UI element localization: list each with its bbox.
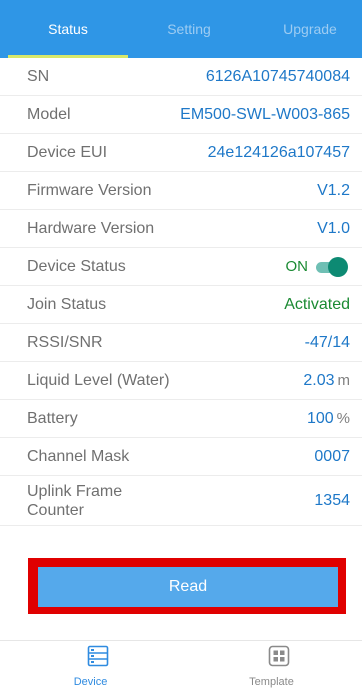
device-eui-label: Device EUI [27, 144, 108, 161]
row-join-status: Join Status Activated [0, 286, 362, 324]
device-list-icon [87, 645, 109, 667]
tab-status-label: Status [48, 21, 88, 37]
device-status-label: Device Status [27, 258, 126, 275]
row-rssi-snr: RSSI/SNR -47/14 [0, 324, 362, 362]
battery-value: 100 [306, 409, 334, 427]
row-model: Model EM500-SWL-W003-865 [0, 96, 362, 134]
nav-device[interactable]: Device [0, 641, 181, 688]
tab-upgrade[interactable]: Upgrade [250, 0, 362, 58]
row-sn: SN 6126A10745740084 [0, 58, 362, 96]
template-grid-icon [268, 645, 290, 667]
tab-upgrade-label: Upgrade [283, 21, 337, 37]
battery-value-group: 100% [307, 400, 350, 437]
firmware-version-value: V1.2 [317, 181, 350, 199]
device-status-value: ON [285, 258, 309, 275]
liquid-level-value-group: 2.03 m [303, 362, 350, 399]
join-status-label: Join Status [27, 296, 107, 313]
tab-bar: Status Setting Upgrade [0, 0, 362, 58]
firmware-version-label: Firmware Version [27, 182, 152, 199]
row-uplink-frame-counter: Uplink Frame Counter 1354 [0, 476, 362, 526]
sn-value: 6126A10745740084 [205, 67, 350, 85]
nav-device-label: Device [73, 676, 108, 688]
bottom-nav: Device Template [0, 640, 362, 688]
tab-setting[interactable]: Setting [129, 0, 249, 58]
read-button[interactable]: Read [38, 567, 338, 607]
row-device-eui: Device EUI 24e124126a107457 [0, 134, 362, 172]
liquid-level-label: Liquid Level (Water) [27, 372, 170, 389]
join-status-value: Activated [284, 295, 350, 313]
channel-mask-value: 0007 [314, 447, 350, 465]
device-status-toggle[interactable] [314, 257, 348, 277]
liquid-level-unit: m [337, 372, 351, 389]
toggle-knob [328, 257, 348, 277]
model-value: EM500-SWL-W003-865 [180, 105, 350, 123]
tab-setting-label: Setting [167, 21, 211, 37]
hardware-version-value: V1.0 [317, 219, 350, 237]
uplink-frame-counter-label: Uplink Frame Counter [27, 482, 123, 519]
battery-unit: % [336, 410, 350, 427]
uplink-frame-counter-value: 1354 [314, 491, 350, 509]
row-firmware-version: Firmware Version V1.2 [0, 172, 362, 210]
nav-template[interactable]: Template [181, 641, 362, 688]
row-channel-mask: Channel Mask 0007 [0, 438, 362, 476]
row-battery: Battery 100% [0, 400, 362, 438]
device-eui-value: 24e124126a107457 [207, 143, 350, 161]
hardware-version-label: Hardware Version [27, 220, 155, 237]
row-liquid-level: Liquid Level (Water) 2.03 m [0, 362, 362, 400]
nav-template-label: Template [249, 676, 294, 688]
model-label: Model [27, 106, 71, 123]
sn-label: SN [27, 68, 50, 85]
liquid-level-value: 2.03 [303, 371, 335, 389]
tab-status[interactable]: Status [8, 0, 128, 58]
battery-label: Battery [27, 410, 78, 427]
row-device-status: Device Status ON [0, 248, 362, 286]
status-list: SN 6126A10745740084 Model EM500-SWL-W003… [0, 58, 362, 526]
channel-mask-label: Channel Mask [27, 448, 130, 465]
rssi-snr-value: -47/14 [304, 333, 350, 351]
row-hardware-version: Hardware Version V1.0 [0, 210, 362, 248]
rssi-snr-label: RSSI/SNR [27, 334, 103, 351]
